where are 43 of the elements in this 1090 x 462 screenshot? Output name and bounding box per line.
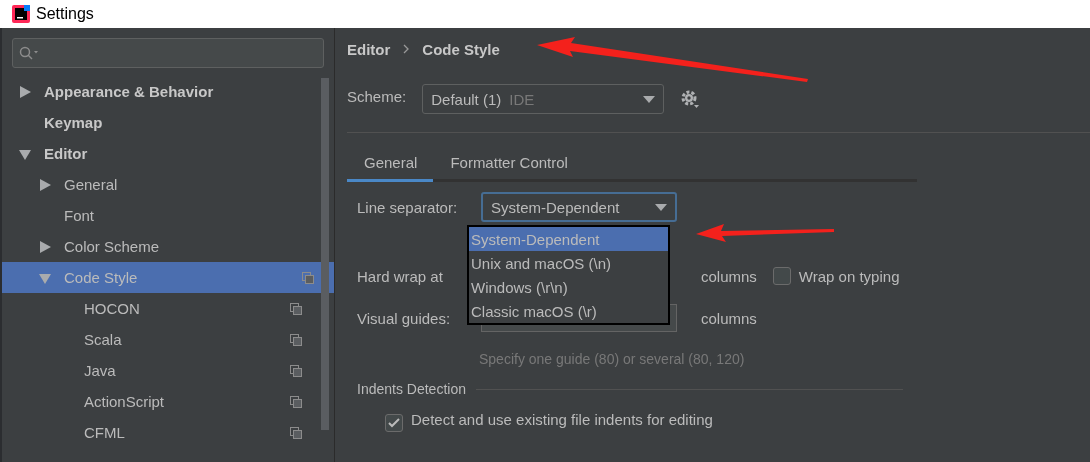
tree-item[interactable]: HOCON bbox=[2, 293, 322, 324]
line-separator-label: Line separator: bbox=[357, 199, 459, 216]
tree-item[interactable]: Scala bbox=[2, 324, 322, 355]
search-field[interactable] bbox=[12, 38, 324, 68]
unit-label: columns bbox=[701, 309, 757, 327]
expand-arrow-icon[interactable] bbox=[38, 177, 52, 192]
caret-icon bbox=[643, 95, 656, 103]
app-logo-icon bbox=[12, 5, 30, 23]
checkbox[interactable] bbox=[385, 413, 403, 432]
tree-item[interactable]: ActionScript bbox=[2, 386, 322, 417]
breadcrumb-item: Editor bbox=[347, 40, 391, 58]
tree-item[interactable]: Color Scheme bbox=[2, 231, 322, 262]
chevron-icon bbox=[402, 44, 411, 54]
tab[interactable]: General bbox=[347, 145, 434, 182]
tree-item[interactable]: Font bbox=[2, 200, 322, 231]
hint-text: Specify one guide (80) or several (80, 120) bbox=[479, 351, 746, 367]
tree-item[interactable]: Appearance & Behavior bbox=[2, 76, 322, 107]
caret-icon bbox=[655, 203, 667, 211]
search-icon bbox=[19, 46, 39, 60]
checkbox-label: Wrap on typing bbox=[798, 267, 900, 285]
unit-label: columns bbox=[701, 267, 757, 285]
settings-icon[interactable] bbox=[680, 89, 701, 109]
checkbox-label: Detect and use existing file indents for editing bbox=[411, 411, 713, 428]
dropdown-option[interactable]: Classic macOS (\r) bbox=[469, 299, 668, 323]
checkbox[interactable] bbox=[772, 267, 791, 285]
tree-item[interactable]: General bbox=[2, 169, 322, 200]
dropdown-option[interactable]: Windows (\r\n) bbox=[469, 275, 668, 299]
hard-wrap-label: Hard wrap at bbox=[357, 268, 444, 285]
line-separator-dropdown[interactable]: System-Dependent bbox=[481, 192, 677, 222]
scheme-dropdown[interactable]: Default (1) IDE bbox=[422, 84, 665, 114]
scrollbar[interactable] bbox=[321, 78, 329, 430]
breadcrumb-item: Code Style bbox=[422, 40, 500, 58]
dropdown-option[interactable]: Unix and macOS (\n) bbox=[469, 251, 668, 275]
expand-arrow-icon[interactable] bbox=[18, 84, 32, 99]
window-title: Settings bbox=[36, 5, 94, 23]
expand-arrow-icon[interactable] bbox=[38, 239, 52, 254]
tree-item[interactable]: Java bbox=[2, 355, 322, 386]
tree-item[interactable]: Editor bbox=[2, 138, 322, 169]
scheme-label: Scheme: bbox=[347, 87, 407, 105]
tree-item[interactable]: Keymap bbox=[2, 107, 322, 138]
section-title: Indents Detection bbox=[357, 381, 466, 397]
tree-item[interactable]: CFML bbox=[2, 417, 322, 448]
tab[interactable]: Formatter Control bbox=[433, 145, 584, 182]
